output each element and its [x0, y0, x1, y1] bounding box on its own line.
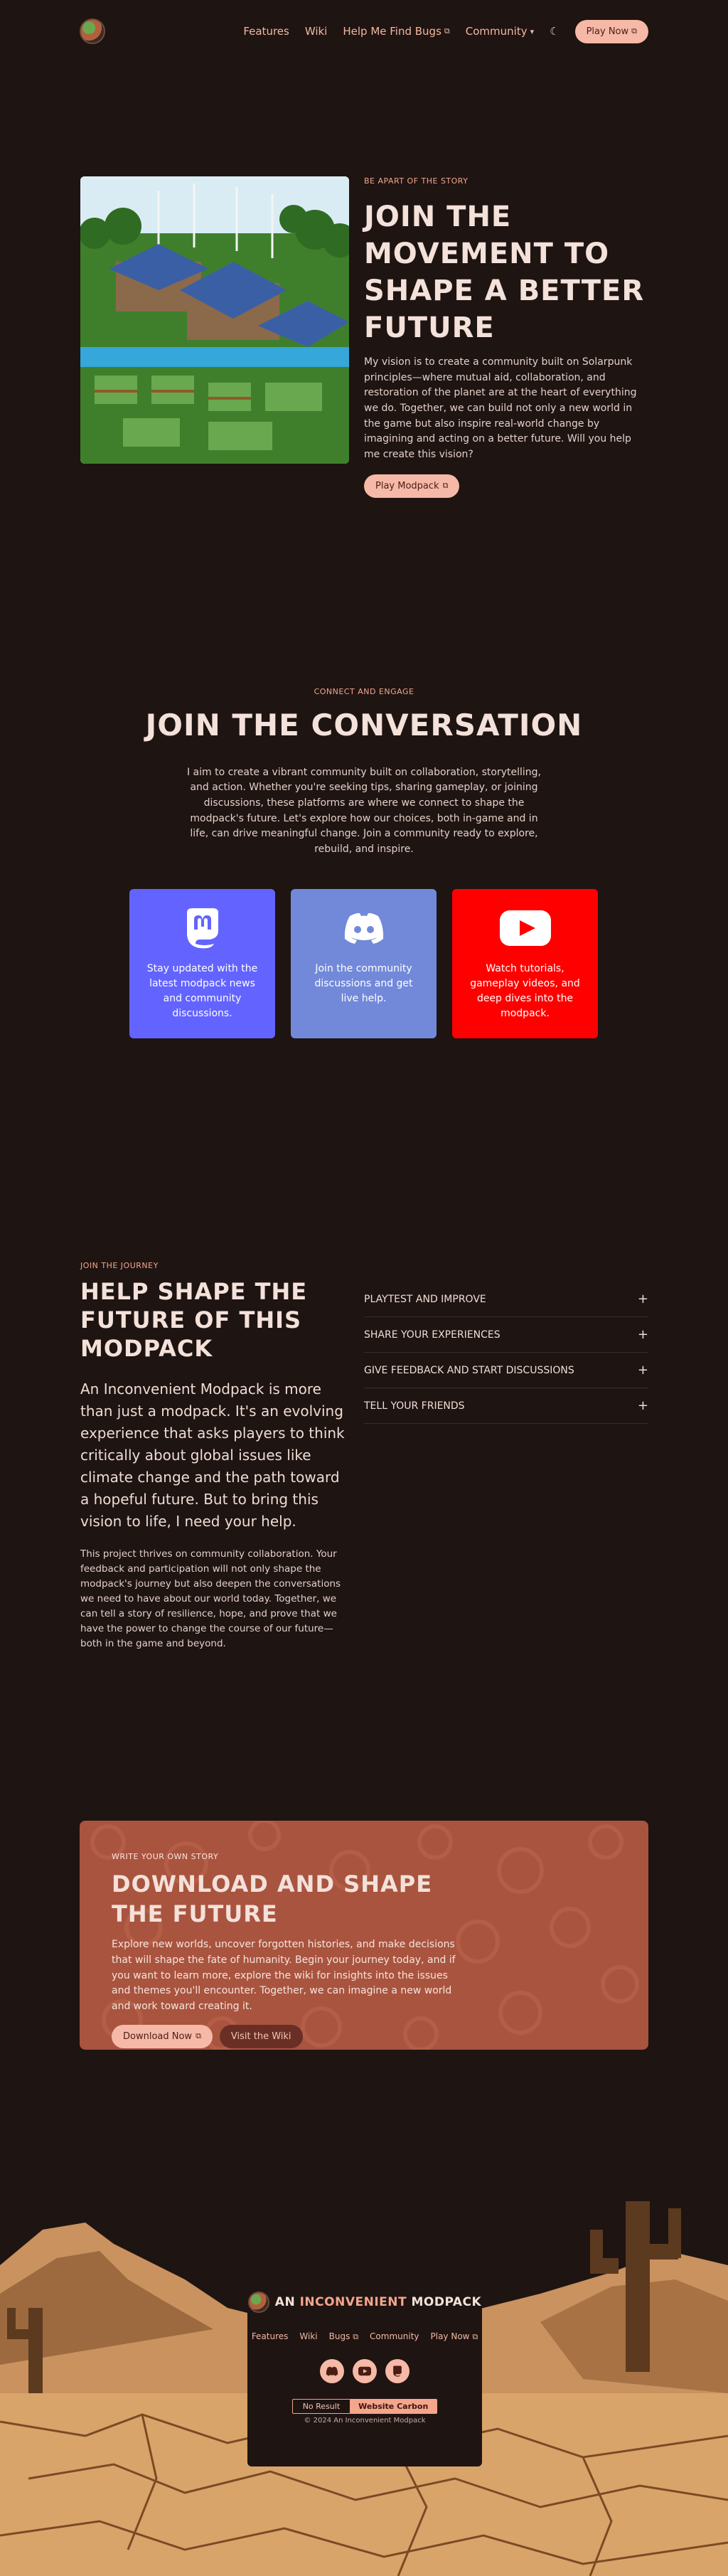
plus-icon: +: [637, 1398, 648, 1413]
brand-prefix: AN: [274, 2295, 300, 2309]
conversation-body: I aim to create a vibrant community buil…: [186, 766, 542, 856]
accordion-label: GIVE FEEDBACK AND START DISCUSSIONS: [364, 1364, 574, 1376]
site-logo[interactable]: [80, 18, 105, 44]
carbon-result: No Result: [302, 2402, 341, 2411]
footer-logo: [247, 2292, 269, 2313]
plus-icon: +: [637, 1363, 648, 1378]
nav-link-wiki[interactable]: Wiki: [305, 25, 328, 38]
nav-link-community-label: Community: [465, 25, 528, 38]
accordion-label: PLAYTEST AND IMPROVE: [364, 1293, 486, 1305]
brand-accent: INCONVENIENT: [299, 2295, 407, 2309]
footer-brand[interactable]: AN INCONVENIENT MODPACK: [247, 2292, 482, 2313]
hero-body: My vision is to create a community built…: [364, 356, 637, 461]
footer-link-wiki[interactable]: Wiki: [299, 2331, 317, 2342]
hero-title: JOIN THE MOVEMENT TO SHAPE A BETTER FUTU…: [364, 201, 645, 344]
download-now-label: Download Now: [123, 2031, 193, 2042]
mastodon-card-text: Stay updated with the latest modpack new…: [146, 963, 258, 1019]
accordion-item-friends[interactable]: TELL YOUR FRIENDS +: [364, 1388, 648, 1424]
moon-icon[interactable]: ☾: [550, 25, 559, 38]
conversation-eyebrow: CONNECT AND ENGAGE: [314, 687, 414, 696]
download-body: Explore new worlds, uncover forgotten hi…: [112, 1939, 456, 2012]
accordion-item-feedback[interactable]: GIVE FEEDBACK AND START DISCUSSIONS +: [364, 1353, 648, 1388]
footer-link-bugs-label: Bugs: [328, 2331, 350, 2341]
discord-card[interactable]: Join the community discussions and get l…: [291, 889, 437, 1038]
external-link-icon: ⧉: [444, 26, 450, 36]
play-modpack-button[interactable]: Play Modpack ⧉: [364, 474, 460, 498]
accordion-label: TELL YOUR FRIENDS: [364, 1400, 465, 1412]
hero-text: BE APART OF THE STORY JOIN THE MOVEMENT …: [364, 176, 648, 498]
nav-link-features[interactable]: Features: [243, 25, 289, 38]
journey-eyebrow: JOIN THE JOURNEY: [80, 1261, 159, 1270]
accordion-item-share[interactable]: SHARE YOUR EXPERIENCES +: [364, 1317, 648, 1353]
discord-icon[interactable]: [320, 2359, 344, 2383]
banner-content: WRITE YOUR OWN STORY DOWNLOAD AND SHAPE …: [112, 1852, 467, 2048]
top-nav: Features Wiki Help Me Find Bugs ⧉ Communi…: [80, 16, 648, 47]
youtube-card-text: Watch tutorials, gameplay videos, and de…: [470, 963, 580, 1019]
conversation-section: CONNECT AND ENGAGE JOIN THE CONVERSATION…: [0, 687, 728, 858]
youtube-icon: [468, 906, 582, 950]
journey-accordion: PLAYTEST AND IMPROVE + SHARE YOUR EXPERIE…: [364, 1282, 648, 1424]
nav-link-bugs[interactable]: Help Me Find Bugs ⧉: [343, 25, 449, 38]
conversation-title: JOIN THE CONVERSATION: [145, 708, 583, 743]
youtube-icon[interactable]: [353, 2359, 377, 2383]
external-link-icon: ⧉: [442, 481, 449, 491]
external-link-icon: ⧉: [472, 2332, 478, 2341]
visit-wiki-button[interactable]: Visit the Wiki: [219, 2024, 303, 2048]
footer-link-features[interactable]: Features: [252, 2331, 289, 2342]
plus-icon: +: [637, 1292, 648, 1306]
external-link-icon: ⧉: [353, 2332, 359, 2341]
play-modpack-label: Play Modpack: [375, 480, 439, 491]
download-now-button[interactable]: Download Now ⧉: [112, 2024, 213, 2048]
journey-title: HELP SHAPE THE FUTURE OF THIS MODPACK: [80, 1278, 308, 1362]
carbon-label: Website Carbon: [350, 2400, 437, 2413]
play-now-label: Play Now: [586, 26, 629, 37]
mastodon-card[interactable]: Stay updated with the latest modpack new…: [129, 889, 275, 1038]
play-now-button[interactable]: Play Now ⧉: [574, 19, 648, 43]
chevron-down-icon: ▾: [530, 26, 535, 36]
download-title: DOWNLOAD AND SHAPE THE FUTURE: [112, 1870, 433, 1927]
hero-eyebrow: BE APART OF THE STORY: [364, 176, 469, 186]
external-link-icon: ⧉: [631, 26, 637, 36]
footer-link-play[interactable]: Play Now ⧉: [431, 2331, 478, 2342]
youtube-card[interactable]: Watch tutorials, gameplay videos, and de…: [452, 889, 598, 1038]
footer-link-play-label: Play Now: [430, 2331, 470, 2341]
journey-lead: An Inconvenient Modpack is more than jus…: [80, 1380, 345, 1530]
accordion-label: SHARE YOUR EXPERIENCES: [364, 1329, 500, 1341]
brand-suffix: MODPACK: [407, 2295, 482, 2309]
solarpunk-city-image: [80, 176, 349, 464]
plus-icon: +: [637, 1327, 648, 1342]
footer-socials: [247, 2359, 482, 2383]
nav-link-bugs-label: Help Me Find Bugs: [343, 25, 441, 38]
footer-link-community[interactable]: Community: [370, 2331, 419, 2342]
copyright: © 2024 An Inconvenient Modpack: [304, 2417, 426, 2425]
discord-icon: [306, 906, 421, 950]
download-banner: WRITE YOUR OWN STORY DOWNLOAD AND SHAPE …: [80, 1821, 648, 2050]
mastodon-icon: [145, 906, 259, 950]
nav-link-community[interactable]: Community ▾: [466, 25, 534, 38]
journey-body: This project thrives on community collab…: [80, 1548, 341, 1649]
footer-card: AN INCONVENIENT MODPACK Features Wiki Bu…: [247, 2276, 482, 2466]
external-link-icon: ⧉: [196, 2031, 201, 2041]
journey-text: JOIN THE JOURNEY HELP SHAPE THE FUTURE O…: [80, 1261, 347, 1651]
accordion-item-playtest[interactable]: PLAYTEST AND IMPROVE +: [364, 1282, 648, 1317]
discord-card-text: Join the community discussions and get l…: [314, 963, 413, 1004]
website-carbon-badge[interactable]: No Result Website Carbon: [291, 2399, 438, 2414]
footer-link-bugs[interactable]: Bugs ⧉: [329, 2331, 358, 2342]
mastodon-icon[interactable]: [385, 2359, 410, 2383]
download-eyebrow: WRITE YOUR OWN STORY: [112, 1852, 219, 1861]
community-cards: Stay updated with the latest modpack new…: [129, 889, 599, 1038]
nav-links: Features Wiki Help Me Find Bugs ⧉ Communi…: [243, 19, 648, 43]
footer-links: Features Wiki Bugs ⧉ Community Play Now …: [247, 2331, 482, 2342]
footer-brand-text: AN INCONVENIENT MODPACK: [275, 2295, 481, 2309]
